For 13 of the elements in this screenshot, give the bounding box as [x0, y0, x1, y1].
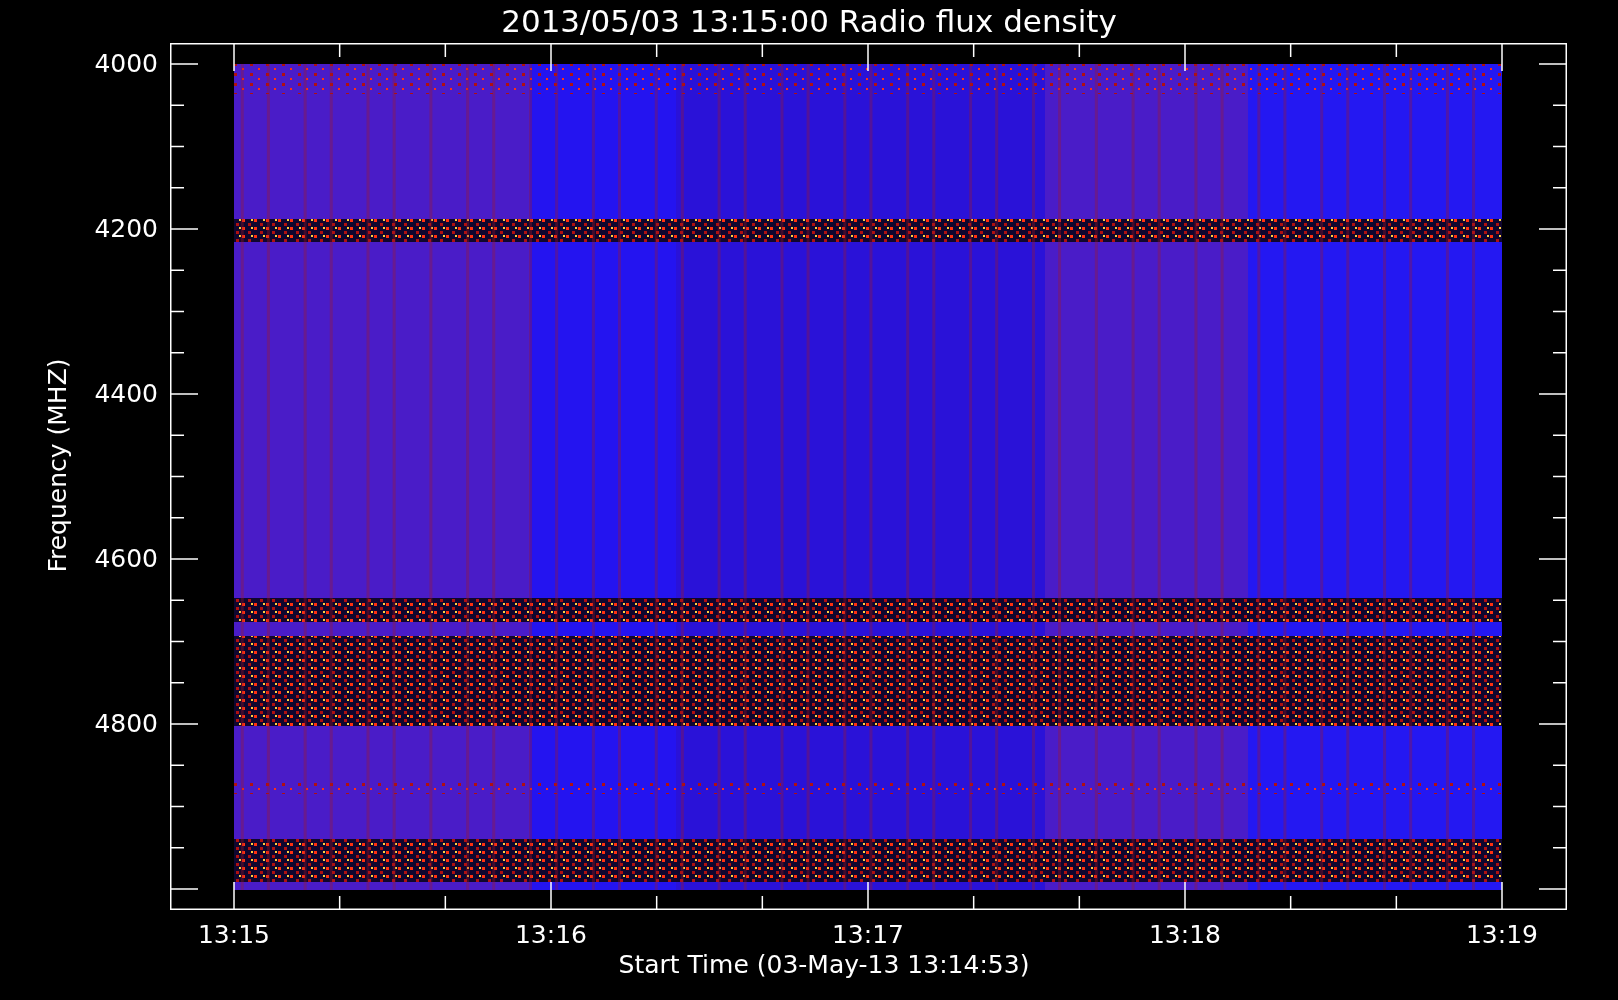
- x-axis-label: Start Time (03-May-13 13:14:53): [618, 952, 1030, 977]
- x-tick-label: 13:15: [196, 922, 271, 947]
- y-tick-label: 4800: [93, 711, 158, 736]
- y-tick-label: 4200: [93, 216, 158, 241]
- y-axis-label: Frequency (MHZ): [44, 358, 70, 573]
- x-tick-label: 13:19: [1464, 922, 1539, 947]
- x-tick-label: 13:17: [830, 922, 905, 947]
- chart-title: 2013/05/03 13:15:00 Radio flux density: [501, 6, 1117, 37]
- y-tick-label: 4000: [93, 51, 158, 76]
- x-tick-label: 13:18: [1147, 922, 1222, 947]
- y-tick-label: 4600: [93, 546, 158, 571]
- x-tick-label: 13:16: [513, 922, 588, 947]
- y-tick-label: 4400: [93, 381, 158, 406]
